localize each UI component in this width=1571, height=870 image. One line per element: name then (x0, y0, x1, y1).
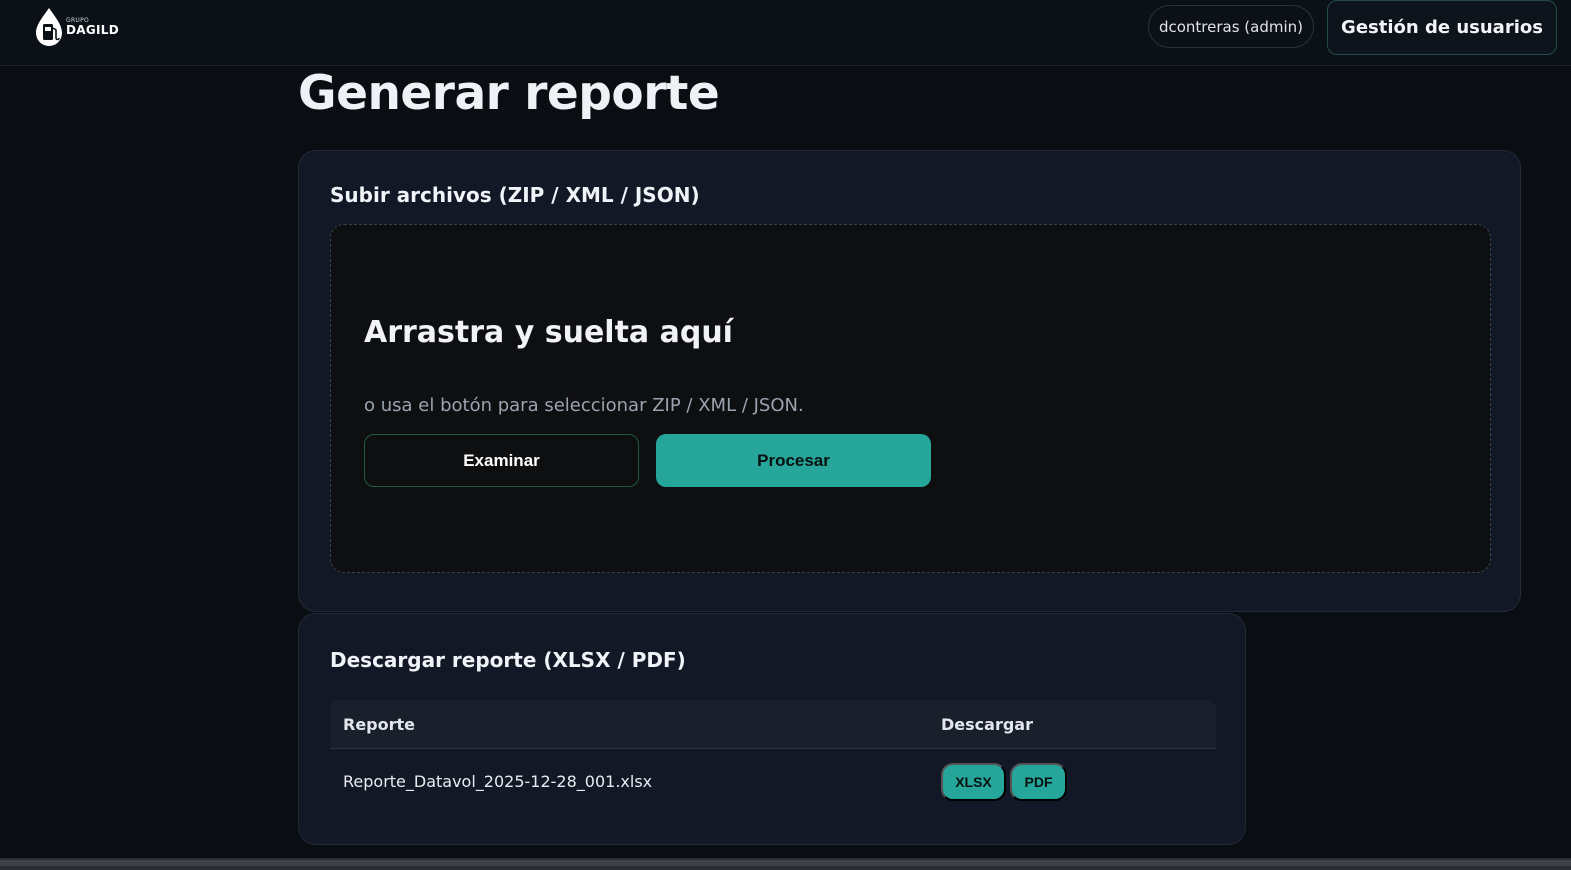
browse-button[interactable]: Examinar (364, 434, 639, 487)
dropzone-subtitle: o usa el botón para seleccionar ZIP / XM… (364, 395, 804, 416)
brand-logo[interactable]: GRUPO DAGILD (34, 6, 124, 48)
download-card-title: Descargar reporte (XLSX / PDF) (330, 648, 686, 672)
horizontal-scrollbar[interactable] (0, 858, 1571, 870)
process-button[interactable]: Procesar (656, 434, 931, 487)
user-menu-button[interactable]: dcontreras (admin) (1148, 5, 1314, 48)
user-management-button[interactable]: Gestión de usuarios (1327, 0, 1557, 55)
upload-card-title: Subir archivos (ZIP / XML / JSON) (330, 183, 700, 207)
download-xlsx-button[interactable]: XLSX (941, 763, 1006, 801)
table-row: Reporte_Datavol_2025-12-28_001.xlsx XLSX… (330, 749, 1216, 815)
column-header-download: Descargar (941, 715, 1033, 734)
column-header-report: Reporte (343, 715, 416, 734)
reports-table: Reporte Descargar Reporte_Datavol_2025-1… (330, 700, 1216, 815)
download-card: Descargar reporte (XLSX / PDF) Reporte D… (298, 613, 1246, 845)
dropzone-title: Arrastra y suelta aquí (364, 315, 733, 350)
scrollbar-thumb[interactable] (0, 860, 1571, 866)
table-header: Reporte Descargar (330, 700, 1216, 749)
logo-text: GRUPO DAGILD (66, 18, 119, 37)
top-navbar: GRUPO DAGILD dcontreras (admin) Gestión … (0, 0, 1571, 66)
download-pdf-button[interactable]: PDF (1010, 763, 1067, 801)
page-title: Generar reporte (298, 66, 720, 121)
logo-big-text: DAGILD (66, 23, 119, 37)
file-dropzone[interactable]: Arrastra y suelta aquí o usa el botón pa… (330, 224, 1491, 573)
report-name: Reporte_Datavol_2025-12-28_001.xlsx (343, 772, 653, 791)
upload-card: Subir archivos (ZIP / XML / JSON) Arrast… (298, 150, 1521, 612)
fuel-drop-icon (36, 8, 62, 46)
